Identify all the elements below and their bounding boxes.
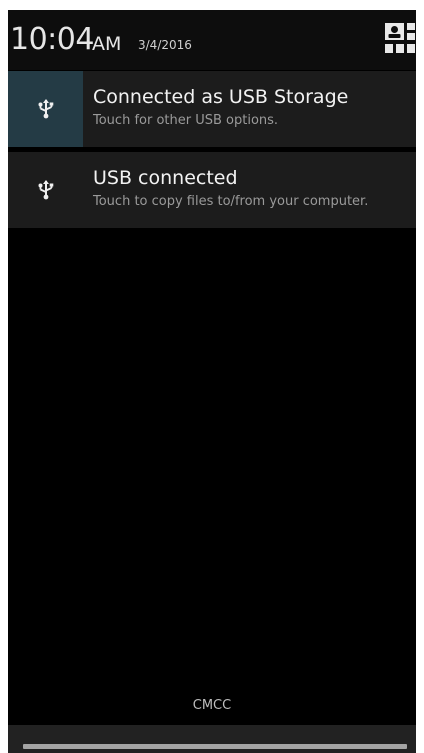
shade-bottom-bar	[8, 725, 416, 753]
clock-ampm: AM	[92, 33, 122, 55]
clock-time: 10:04	[10, 22, 94, 57]
date-label: 3/4/2016	[138, 38, 192, 52]
quick-settings-user-icon	[385, 23, 415, 53]
notification-title: USB connected	[93, 167, 238, 189]
notification-text: Touch for other USB options.	[93, 113, 279, 128]
notification-usb-connected[interactable]: USB connected Touch to copy files to/fro…	[8, 152, 416, 228]
usb-icon	[38, 180, 53, 200]
shade-drag-handle[interactable]	[23, 744, 407, 749]
notification-icon-box	[8, 152, 83, 228]
notification-shade: 10:04 AM 3/4/2016 Connected as USB Stora…	[8, 10, 416, 753]
quick-settings-button[interactable]	[384, 22, 416, 54]
notification-usb-storage[interactable]: Connected as USB Storage Touch for other…	[8, 71, 416, 147]
notification-icon-box	[8, 71, 83, 147]
usb-icon	[38, 99, 53, 119]
notification-text: Touch to copy files to/from your compute…	[93, 194, 369, 209]
notification-title: Connected as USB Storage	[93, 86, 349, 108]
status-header: 10:04 AM 3/4/2016	[8, 10, 416, 70]
carrier-label: CMCC	[192, 698, 232, 713]
